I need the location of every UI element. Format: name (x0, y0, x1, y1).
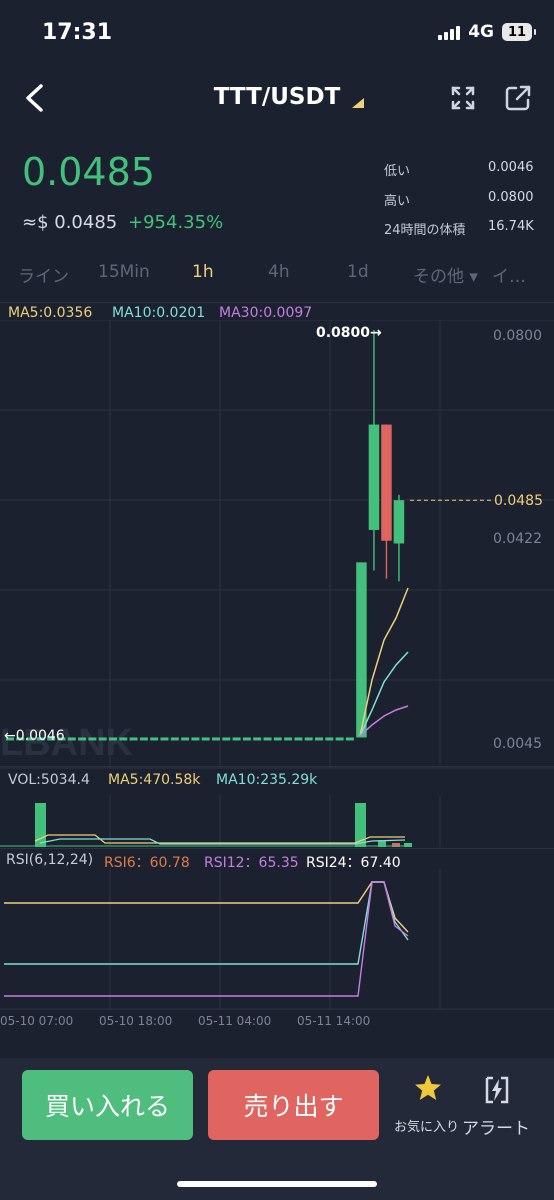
rsi-chart (0, 870, 554, 1010)
time-label: 05-11 04:00 (198, 1014, 272, 1028)
home-indicator (177, 1181, 377, 1187)
stat-low-label: 低い (384, 164, 411, 179)
candle (201, 737, 210, 741)
candle (381, 424, 392, 541)
candle (232, 737, 241, 741)
candle (181, 737, 190, 741)
vol-ma5-label: MA5:470.58k (108, 772, 201, 788)
candle (150, 737, 159, 741)
candle (222, 737, 231, 741)
tabs-divider (0, 302, 554, 303)
vol-divider (0, 766, 554, 767)
usd-price: ≈$ 0.0485 (22, 212, 118, 233)
candle (294, 737, 303, 741)
stat-low-value: 0.0046 (488, 160, 534, 175)
vol-label: VOL:5034.4 (8, 772, 90, 788)
price-change: +954.35% (128, 212, 224, 233)
share-icon[interactable] (504, 84, 532, 112)
ma10-label: MA10:0.0201 (112, 305, 206, 321)
status-time: 17:31 (42, 20, 113, 45)
ma5-line (359, 587, 409, 737)
candles (6, 330, 405, 741)
last-price: 0.0485 (22, 150, 155, 194)
candle (304, 737, 313, 741)
low-marker: ←0.0046 (4, 728, 65, 744)
sell-button-label: 売り出す (243, 1092, 344, 1121)
rsi12-label: RSI12：65.35 (204, 855, 299, 871)
axis-top-label: 0.0800 (493, 328, 542, 344)
stat-high-label: 高い (384, 194, 411, 209)
buy-button[interactable]: 買い入れる (22, 1070, 193, 1140)
candle (284, 737, 293, 741)
candle (170, 737, 179, 741)
interval-tabs: ライン 15Min 1h 4h 1d その他 ▾ イ… (0, 262, 554, 290)
candle (160, 737, 169, 741)
candle (315, 737, 323, 741)
candle (263, 737, 272, 741)
ma-lines (359, 587, 409, 737)
candle (109, 737, 117, 741)
ma5-label: MA5:0.0356 (8, 305, 93, 321)
time-label: 05-10 18:00 (99, 1014, 173, 1028)
candle (335, 737, 344, 741)
candle (119, 737, 128, 741)
candle (88, 737, 97, 741)
candle (393, 500, 405, 544)
sell-button[interactable]: 売り出す (208, 1070, 379, 1140)
candle (345, 737, 354, 741)
candle (98, 737, 107, 741)
alert-button[interactable]: アラート (462, 1072, 542, 1139)
status-indicators: 4G 11 (438, 22, 536, 42)
alert-label: アラート (462, 1119, 530, 1139)
current-price-label: 0.0485 (494, 493, 543, 509)
rsi-divider (0, 848, 554, 849)
buy-button-label: 買い入れる (44, 1092, 170, 1121)
tab-more[interactable]: その他 ▾ (413, 262, 478, 287)
pair-dropdown-icon[interactable] (352, 98, 364, 108)
time-label: 05-11 14:00 (297, 1014, 371, 1028)
candle (368, 424, 380, 530)
tab-4h[interactable]: 4h (268, 262, 290, 282)
candle (129, 737, 138, 741)
star-icon (415, 1075, 441, 1100)
candle (191, 737, 200, 741)
tab-indicator[interactable]: イ… (492, 262, 526, 287)
time-label: 05-10 07:00 (0, 1014, 74, 1028)
battery-icon: 11 (502, 23, 536, 41)
axis-bottom-label: 0.0045 (493, 736, 542, 752)
favorite-label: お気に入り (394, 1120, 460, 1135)
high-marker: 0.0800→ (316, 325, 382, 341)
stat-high-value: 0.0800 (488, 190, 534, 205)
network-label: 4G (468, 22, 494, 42)
tab-line[interactable]: ライン (18, 262, 69, 287)
candle (273, 737, 282, 741)
alert-icon (485, 1076, 509, 1104)
candlestick-chart[interactable]: LBANK 0.0485 0.0800 0.0422 0.0045 0.0800… (0, 320, 554, 770)
volume-chart (0, 795, 441, 847)
vol-ma10-label: MA10:235.29k (216, 772, 318, 788)
chart-grid (0, 320, 554, 769)
tab-1h[interactable]: 1h (192, 262, 214, 282)
candle (253, 737, 262, 741)
candle (67, 737, 76, 741)
fullscreen-icon[interactable] (451, 86, 475, 110)
signal-icon (438, 24, 461, 40)
favorite-button[interactable]: お気に入り (392, 1072, 462, 1135)
rsi-label: RSI(6,12,24) (6, 852, 94, 868)
stat-volume-value: 16.74K (488, 219, 534, 234)
tab-15min[interactable]: 15Min (98, 262, 150, 282)
rsi6-label: RSI6：60.78 (104, 855, 190, 871)
candle (325, 737, 334, 741)
stat-volume-label: 24時間の体積 (384, 223, 466, 238)
tab-1d[interactable]: 1d (347, 262, 369, 282)
ma10-line (359, 651, 409, 737)
rsi24-label: RSI24：67.40 (306, 855, 401, 871)
candle (139, 737, 148, 741)
candle (242, 737, 251, 741)
ma30-label: MA30:0.0097 (219, 305, 313, 321)
candle (78, 737, 87, 741)
axis-mid-label: 0.0422 (493, 531, 542, 547)
candle (212, 737, 220, 741)
battery-level: 11 (507, 24, 527, 40)
